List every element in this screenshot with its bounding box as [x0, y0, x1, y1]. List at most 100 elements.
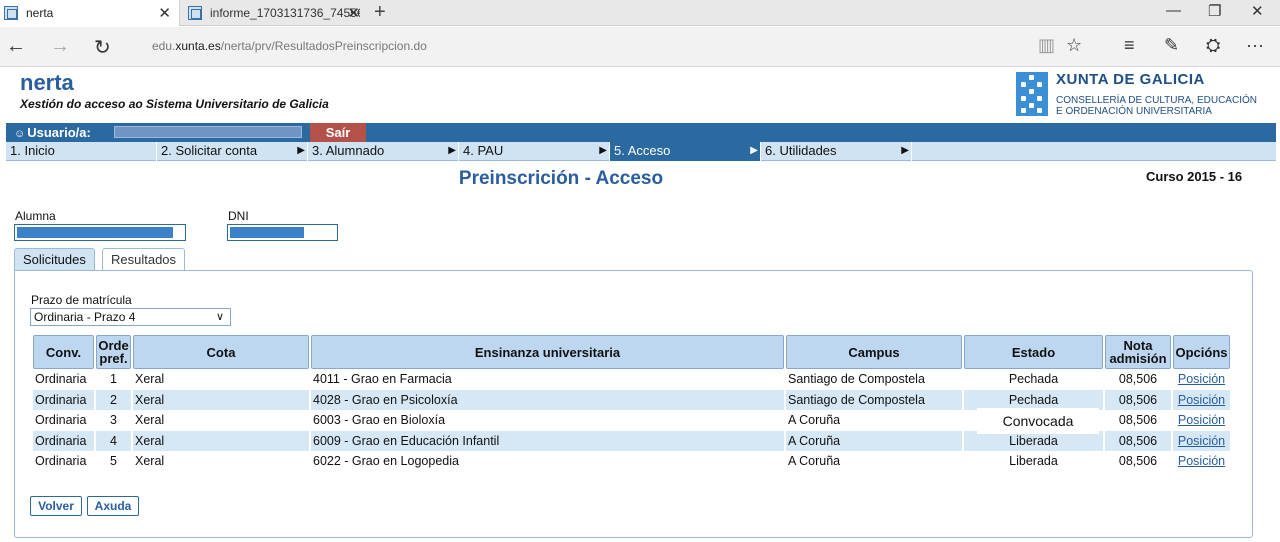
- posicion-link[interactable]: Posición: [1178, 393, 1225, 407]
- url-field[interactable]: edu.xunta.es/nerta/prv/ResultadosPreinsc…: [152, 39, 427, 53]
- cell-opcion: Posición: [1173, 451, 1230, 472]
- app-logo-title[interactable]: nerta: [20, 70, 74, 96]
- cell-ensinanza: 6022 - Grao en Logopedia: [313, 454, 459, 469]
- menu-arrow-icon: ▶: [448, 145, 456, 156]
- user-label: ☺ Usuario/a:: [14, 125, 91, 140]
- col-header-orde: Orde pref.: [96, 335, 131, 369]
- cell-campus: A Coruña: [786, 430, 962, 451]
- cell-estado: Liberada: [1009, 454, 1058, 469]
- cell-conv: Ordinaria: [35, 413, 87, 428]
- cell-nota: 08,506: [1105, 389, 1171, 410]
- page-favicon-icon: [188, 6, 202, 20]
- new-tab-button[interactable]: +: [374, 1, 386, 24]
- cell-opcion: Posición: [1173, 430, 1230, 451]
- share-icon[interactable]: ⛭: [1206, 35, 1220, 56]
- menu-item-alumnado[interactable]: 3. Alumnado ▶: [308, 142, 459, 161]
- cell-conv: Ordinaria: [35, 454, 87, 469]
- col-header-conv: Conv.: [33, 335, 94, 369]
- tab-resultados[interactable]: Resultados: [102, 248, 186, 271]
- posicion-link[interactable]: Posición: [1178, 413, 1225, 427]
- browser-tab-active[interactable]: nerta ✕: [0, 0, 180, 26]
- address-bar: ← → ↻ edu.xunta.es/nerta/prv/ResultadosP…: [0, 27, 1280, 67]
- cell-opcion: Posición: [1173, 410, 1230, 431]
- cell-orde: 4: [96, 430, 131, 451]
- menu-item-acceso[interactable]: 5. Acceso ▶: [610, 142, 761, 161]
- user-icon: ☺: [14, 128, 26, 140]
- col-header-estado: Estado: [964, 335, 1103, 369]
- cell-ensinanza: 4028 - Grao en Psicoloxía: [311, 389, 784, 410]
- favorite-star-icon[interactable]: ☆: [1066, 35, 1082, 56]
- dni-label: DNI: [228, 209, 249, 223]
- cell-conv: Ordinaria: [35, 372, 87, 387]
- cell-opcion: Posición: [1173, 369, 1230, 390]
- logout-button[interactable]: Saír: [310, 123, 366, 142]
- col-header-ensinanza: Ensinanza universitaria: [311, 335, 784, 369]
- browser-tab-title: informe_1703131736_7455€: [210, 6, 360, 20]
- reading-view-icon[interactable]: ▥: [1038, 35, 1055, 56]
- web-note-icon[interactable]: ✎: [1164, 35, 1179, 56]
- menu-item-solicitar-conta[interactable]: 2. Solicitar conta ▶: [157, 142, 308, 161]
- cell-cota: Xeral: [135, 372, 165, 387]
- back-button[interactable]: Volver: [30, 496, 82, 516]
- hub-icon[interactable]: ≡: [1124, 35, 1135, 56]
- table-row: Ordinaria 2 Xeral 4028 - Grao en Psicolo…: [33, 389, 1230, 410]
- cell-cota: Xeral: [133, 389, 309, 410]
- alumna-value-redacted: [17, 227, 173, 238]
- menu-item-inicio[interactable]: 1. Inicio: [6, 142, 157, 161]
- prazo-label: Prazo de matrícula: [31, 293, 132, 307]
- help-button[interactable]: Axuda: [87, 496, 139, 516]
- close-tab-icon[interactable]: ✕: [158, 4, 171, 22]
- cell-ensinanza: 4011 - Grao en Farmacia: [313, 372, 452, 387]
- menu-item-pau[interactable]: 4. PAU ▶: [459, 142, 610, 161]
- tab-solicitudes[interactable]: Solicitudes: [14, 248, 95, 270]
- close-tab-icon[interactable]: ✕: [347, 4, 360, 22]
- cell-estado: Pechada: [1008, 372, 1059, 387]
- menu-arrow-icon: ▶: [901, 145, 909, 156]
- page-title: Preinscrición - Acceso: [458, 168, 664, 189]
- minimize-icon[interactable]: —: [1166, 2, 1181, 19]
- cell-cota: Xeral: [135, 413, 165, 428]
- refresh-icon[interactable]: ↻: [94, 35, 111, 60]
- page-favicon-icon: [4, 6, 18, 20]
- dni-field[interactable]: [227, 224, 338, 241]
- cell-conv: Ordinaria: [33, 430, 94, 451]
- back-arrow-icon[interactable]: ←: [6, 35, 26, 58]
- cell-campus: Santiago de Compostela: [786, 389, 962, 410]
- app-subtitle: Xestión do acceso ao Sistema Universitar…: [20, 97, 329, 111]
- cell-nota: 08,506: [1118, 413, 1158, 428]
- alumna-field[interactable]: [14, 224, 186, 241]
- cell-nota: 08,506: [1118, 454, 1158, 469]
- web-page: nerta Xestión do acceso ao Sistema Unive…: [0, 68, 1280, 542]
- menu-item-utilidades[interactable]: 6. Utilidades ▶: [761, 142, 912, 161]
- cell-campus: Santiago de Compostela: [788, 372, 925, 387]
- browser-tab-bar: nerta ✕ informe_1703131736_7455€ ✕ + — ❐…: [0, 0, 1280, 26]
- table-row: Ordinaria 1 Xeral 4011 - Grao en Farmaci…: [33, 369, 1230, 390]
- col-header-cota: Cota: [133, 335, 309, 369]
- forward-arrow-icon[interactable]: →: [50, 35, 70, 58]
- cell-orde: 5: [110, 454, 117, 469]
- table-header-row: Conv. Orde pref. Cota Ensinanza universit…: [33, 335, 1230, 369]
- menu-arrow-icon: ▶: [599, 145, 607, 156]
- cell-nota: 08,506: [1118, 372, 1158, 387]
- browser-tab-inactive[interactable]: informe_1703131736_7455€ ✕: [182, 0, 368, 26]
- cell-orde: 2: [96, 389, 131, 410]
- prazo-select[interactable]: Ordinaria - Prazo 4 ∨: [30, 308, 231, 326]
- cell-orde: 1: [110, 372, 117, 387]
- posicion-link[interactable]: Posición: [1178, 434, 1225, 448]
- restore-icon[interactable]: ❐: [1208, 2, 1221, 20]
- window-close-icon[interactable]: ✕: [1251, 2, 1264, 20]
- posicion-link[interactable]: Posición: [1178, 372, 1225, 386]
- more-icon[interactable]: ···: [1246, 35, 1264, 56]
- academic-year: Curso 2015 - 16: [1146, 169, 1243, 184]
- cell-conv: Ordinaria: [33, 389, 94, 410]
- org-department: CONSELLERÍA DE CULTURA, EDUCACIÓN E ORDE…: [1056, 95, 1257, 117]
- results-table: Conv. Orde pref. Cota Ensinanza universit…: [31, 335, 1232, 472]
- alumna-label: Alumna: [15, 209, 56, 223]
- browser-tab-title: nerta: [26, 6, 54, 20]
- cell-estado: Pechada: [964, 389, 1103, 410]
- menu-arrow-icon: ▶: [750, 145, 758, 156]
- cell-ensinanza: 6003 - Grao en Bioloxía: [313, 413, 446, 428]
- org-name: XUNTA DE GALICIA: [1056, 71, 1205, 88]
- table-row: Ordinaria 5 Xeral 6022 - Grao en Logoped…: [33, 451, 1230, 472]
- posicion-link[interactable]: Posición: [1178, 454, 1225, 468]
